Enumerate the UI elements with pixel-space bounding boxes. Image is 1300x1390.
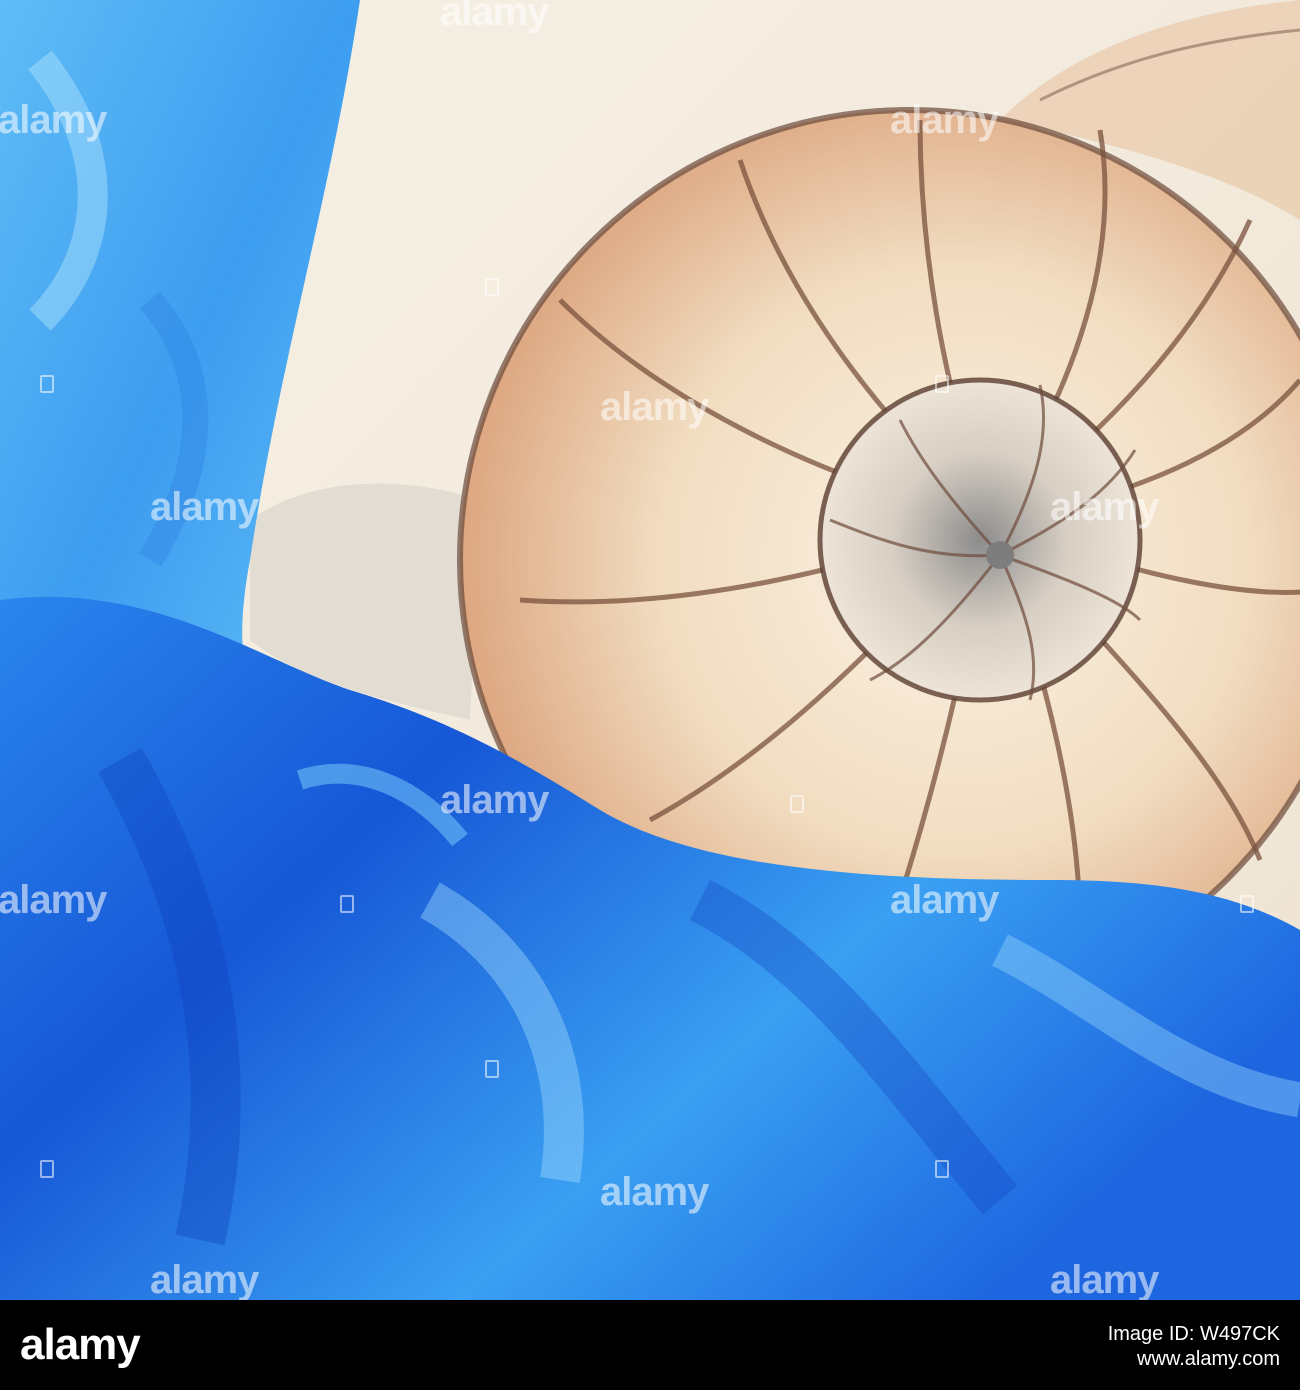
watermark-text: alamy [600,385,709,429]
footer-bar: alamy Image ID: W497CK www.alamy.com [0,1300,1300,1390]
watermark-mark-icon [40,375,54,393]
watermark-mark-icon [340,895,354,913]
watermark-text: alamy [0,878,107,922]
watermark-mark-icon [935,1160,949,1178]
watermark-mark-icon [485,278,499,296]
watermark-text: alamy [600,1170,709,1214]
watermark-text: alamy [440,778,549,822]
watermark-text: alamy [150,1258,259,1300]
image-id-text: Image ID: W497CK [1107,1323,1280,1345]
watermark-text: alamy [1050,485,1159,529]
alamy-logo: alamy [20,1320,141,1369]
watermark-text: alamy [890,98,999,142]
watermark-text: alamy [1050,1258,1159,1300]
watermark-mark-icon [485,1060,499,1078]
watermark-text: alamy [150,485,259,529]
watermark-mark-icon [1240,895,1254,913]
watermark-mark-icon [935,375,949,393]
nautilus-satin-illustration [0,0,1300,1300]
watermark-mark-icon [790,795,804,813]
watermark-mark-icon [40,1160,54,1178]
stock-photo: alamy alamy alamy alamy alamy alamy alam… [0,0,1300,1300]
footer-info: Image ID: W497CK www.alamy.com [1108,1322,1280,1372]
watermark-text: alamy [0,98,107,142]
site-url-text: www.alamy.com [1137,1348,1280,1370]
watermark-text: alamy [440,0,549,34]
watermark-text: alamy [890,878,999,922]
